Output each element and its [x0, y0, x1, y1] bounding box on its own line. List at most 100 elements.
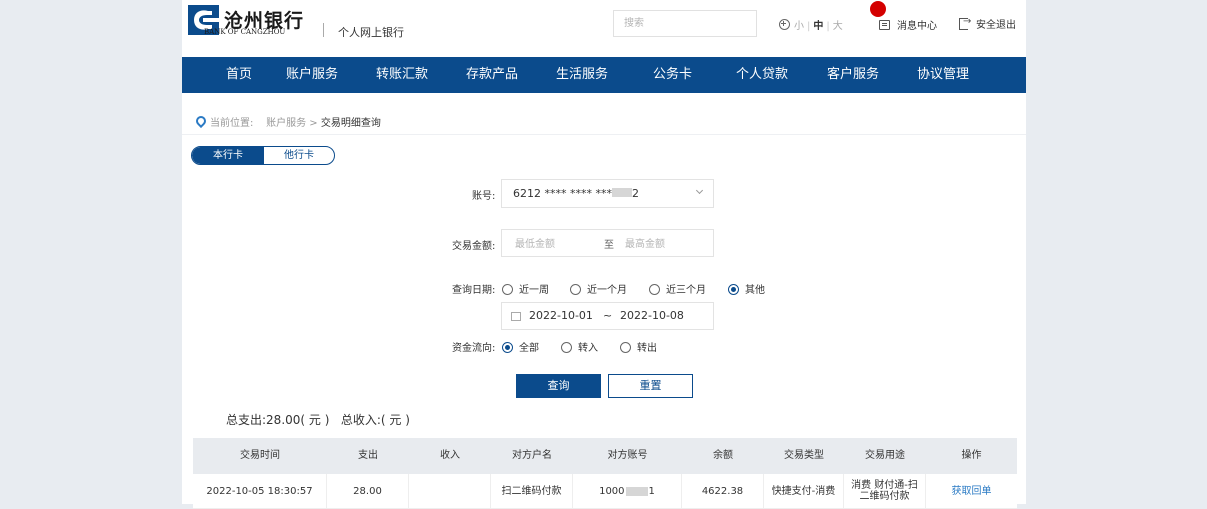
column-header: 操作 — [961, 450, 982, 461]
notification-badge — [870, 1, 886, 17]
font-large-option[interactable]: 大 — [833, 21, 843, 32]
cell-expense: 28.00 — [327, 474, 409, 508]
breadcrumb-parent[interactable]: 账户服务 — [266, 118, 306, 129]
radio-icon — [649, 284, 660, 295]
bank-logo[interactable]: 沧州银行 BANK OF CANGZHOU — [188, 5, 308, 41]
cell-income — [409, 474, 491, 508]
header-divider — [323, 23, 324, 37]
nav-item-transfer[interactable]: 转账汇款 — [376, 57, 428, 93]
radio-checked-icon — [502, 342, 513, 353]
column-header: 余额 — [713, 450, 733, 461]
calendar-icon — [511, 312, 521, 321]
radio-icon — [561, 342, 572, 353]
total-income-label: 总收入: — [340, 413, 381, 427]
date-end: 2022-10-08 — [620, 309, 684, 322]
search-input[interactable] — [614, 11, 744, 36]
date-start: 2022-10-01 — [529, 309, 593, 322]
summary: 总支出:28.00( 元 ) 总收入:( 元 ) — [226, 411, 410, 428]
masked-digits — [625, 486, 648, 496]
date-label: 查询日期: — [452, 285, 496, 296]
message-icon — [879, 20, 890, 30]
nav-item-agreement[interactable]: 协议管理 — [917, 57, 969, 93]
column-header: 交易时间 — [240, 450, 280, 461]
total-expense-unit: ( 元 ) — [300, 413, 330, 427]
date-option-other[interactable]: 其他 — [728, 281, 765, 296]
message-center-link[interactable]: 消息中心 — [870, 1, 937, 32]
bank-name-en: BANK OF CANGZHOU — [204, 28, 286, 36]
breadcrumb: 当前位置: 账户服务 > 交易明细查询 — [193, 113, 381, 129]
column-header: 支出 — [358, 450, 378, 461]
main-nav: 首页 账户服务 转账汇款 存款产品 生活服务 公务卡 个人贷款 客户服务 协议管… — [182, 57, 1026, 93]
card-type-tabs: 本行卡 他行卡 — [191, 146, 335, 165]
amount-max-input[interactable] — [623, 235, 707, 253]
nav-item-home[interactable]: 首页 — [226, 57, 252, 93]
logout-label: 安全退出 — [976, 20, 1016, 31]
amount-min-input[interactable] — [513, 235, 597, 253]
flow-option-all[interactable]: 全部 — [502, 339, 539, 354]
date-option-label: 近三个月 — [666, 285, 706, 296]
logout-link[interactable]: 安全退出 — [959, 16, 1016, 31]
date-option-week[interactable]: 近一周 — [502, 281, 549, 296]
cell-type: 快捷支付-消费 — [764, 474, 844, 508]
font-separator: | — [807, 21, 811, 32]
amount-label: 交易金额: — [452, 241, 496, 252]
date-option-label: 近一周 — [519, 285, 549, 296]
account-value-suffix: 2 — [631, 187, 639, 200]
exit-icon — [959, 16, 971, 30]
account-label: 账号: — [472, 191, 496, 202]
flow-option-label: 转出 — [637, 343, 657, 354]
flow-option-in[interactable]: 转入 — [561, 339, 598, 354]
breadcrumb-prefix: 当前位置: — [210, 118, 254, 129]
total-income-unit: ( 元 ) — [380, 413, 410, 427]
account-select[interactable]: 6212 **** **** *** 2 — [501, 179, 714, 208]
flow-option-label: 转入 — [578, 343, 598, 354]
flow-option-out[interactable]: 转出 — [620, 339, 657, 354]
cell-balance: 4622.38 — [682, 474, 764, 508]
nav-item-account-services[interactable]: 账户服务 — [286, 57, 338, 93]
tab-other-bank-card[interactable]: 他行卡 — [264, 147, 334, 164]
cell-counterparty-account: 1000 1 — [573, 474, 682, 508]
column-header: 对方户名 — [512, 450, 552, 461]
site-subtitle: 个人网上银行 — [338, 26, 404, 39]
column-header: 收入 — [440, 450, 460, 461]
flow-option-label: 全部 — [519, 343, 539, 354]
radio-icon — [502, 284, 513, 295]
account-suffix: 1 — [648, 485, 655, 497]
column-header: 对方账号 — [607, 450, 648, 461]
account-prefix: 1000 — [599, 485, 625, 497]
cell-purpose: 消费 财付通-扫二维码付款 — [844, 474, 926, 508]
nav-item-deposit[interactable]: 存款产品 — [466, 57, 518, 93]
nav-item-life-services[interactable]: 生活服务 — [556, 57, 608, 93]
date-option-month[interactable]: 近一个月 — [570, 281, 627, 296]
amount-to-label: 至 — [604, 240, 614, 251]
date-option-three-months[interactable]: 近三个月 — [649, 281, 706, 296]
cell-counterparty: 扫二维码付款 — [491, 474, 573, 508]
font-separator: | — [826, 21, 830, 32]
nav-item-personal-loan[interactable]: 个人贷款 — [736, 57, 788, 93]
total-expense-value: 28.00 — [266, 413, 301, 427]
message-center-label: 消息中心 — [897, 21, 937, 32]
tab-own-bank-card[interactable]: 本行卡 — [192, 147, 264, 164]
font-medium-option[interactable]: 中 — [813, 21, 823, 32]
column-header: 交易类型 — [784, 450, 824, 461]
date-option-label: 近一个月 — [587, 285, 627, 296]
nav-item-customer-service[interactable]: 客户服务 — [827, 57, 879, 93]
masked-digits — [611, 188, 632, 197]
chevron-down-icon — [695, 186, 704, 195]
query-button[interactable]: 查询 — [516, 374, 601, 398]
account-value: 6212 **** **** *** 2 — [513, 187, 639, 200]
account-value-prefix: 6212 **** **** *** — [513, 187, 612, 200]
header: 沧州银行 BANK OF CANGZHOU 个人网上银行 小|中|大 消息中心 … — [182, 0, 1026, 57]
reset-button[interactable]: 重置 — [608, 374, 693, 398]
date-range-picker[interactable]: 2022-10-01 ~ 2022-10-08 — [501, 302, 714, 330]
nav-item-official-card[interactable]: 公务卡 — [653, 57, 692, 93]
amount-range: 至 — [501, 229, 714, 257]
search-box — [613, 10, 757, 37]
total-expense-label: 总支出: — [226, 413, 267, 427]
table-header: 交易时间 支出 收入 对方户名 对方账号 余额 交易类型 交易用途 操作 — [193, 438, 1017, 474]
get-receipt-link[interactable]: 获取回单 — [926, 474, 1017, 508]
column-header: 交易用途 — [865, 450, 905, 461]
radio-icon — [570, 284, 581, 295]
font-small-option[interactable]: 小 — [794, 21, 804, 32]
radio-icon — [620, 342, 631, 353]
